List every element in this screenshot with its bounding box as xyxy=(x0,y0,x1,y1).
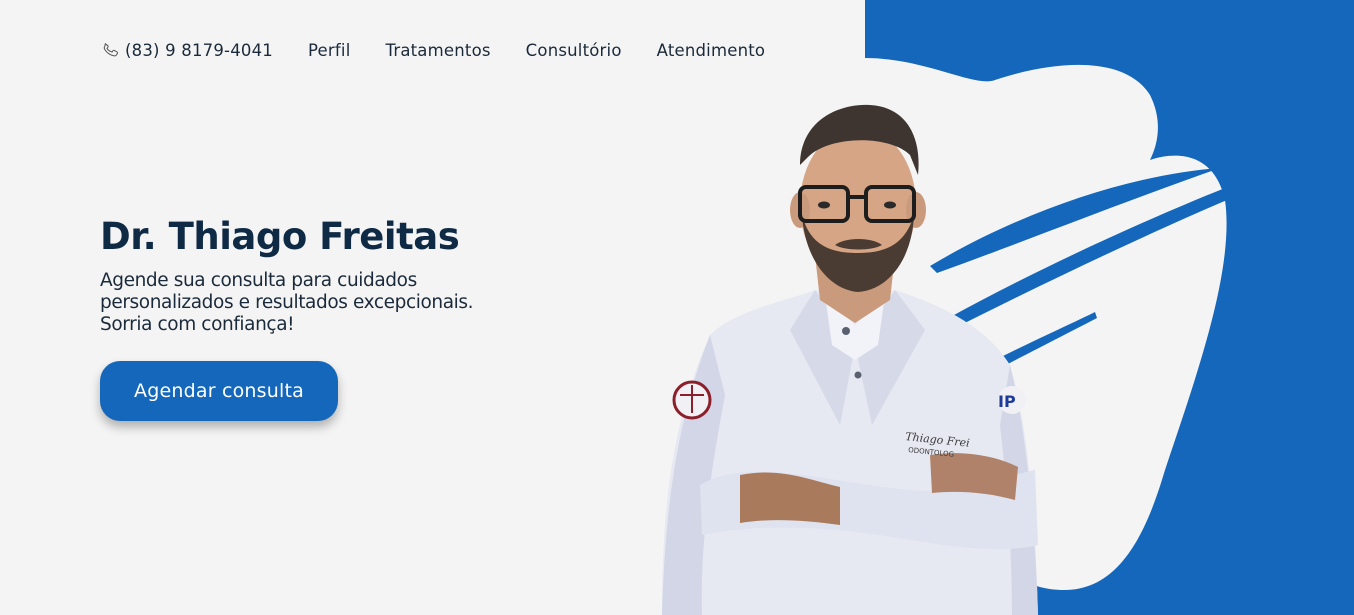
phone-number: (83) 9 8179-4041 xyxy=(125,40,273,60)
nav-link-atendimento[interactable]: Atendimento xyxy=(657,41,766,60)
schedule-appointment-button[interactable]: Agendar consulta xyxy=(100,361,338,421)
doctor-photo: IP Thiago Frei ODONTOLOG xyxy=(662,104,1038,615)
phone-link[interactable]: (83) 9 8179-4041 xyxy=(101,40,273,60)
hero-section: Dr. Thiago Freitas Agende sua consulta p… xyxy=(100,215,620,336)
phone-icon xyxy=(103,42,119,57)
page: (83) 9 8179-4041 Perfil Tratamentos Cons… xyxy=(0,0,1354,615)
nav-link-tratamentos[interactable]: Tratamentos xyxy=(385,41,490,60)
nav-link-perfil[interactable]: Perfil xyxy=(308,41,350,60)
hero-title: Dr. Thiago Freitas xyxy=(100,215,460,258)
top-nav: (83) 9 8179-4041 Perfil Tratamentos Cons… xyxy=(101,40,765,60)
svg-text:IP: IP xyxy=(998,392,1016,411)
nav-link-consultorio[interactable]: Consultório xyxy=(526,41,622,60)
hero-subtitle: Agende sua consulta para cuidados person… xyxy=(100,270,474,335)
